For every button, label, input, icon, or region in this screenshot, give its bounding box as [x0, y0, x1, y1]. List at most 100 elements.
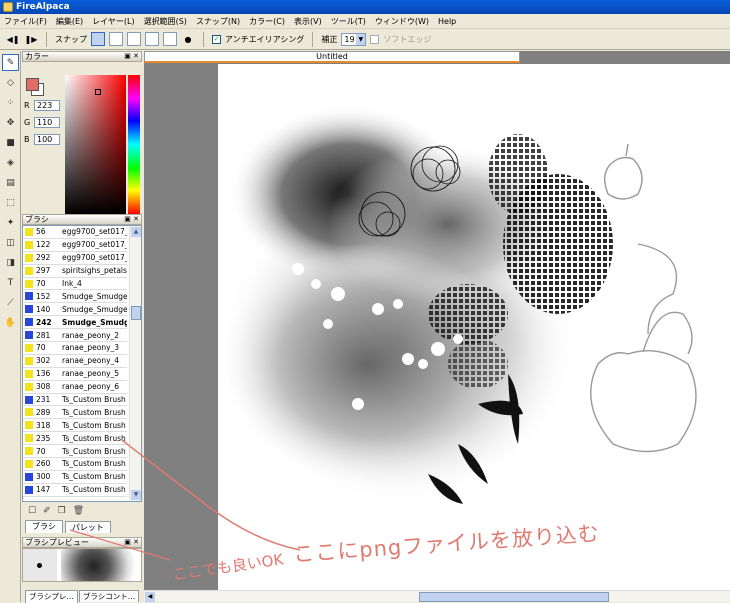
menu-color[interactable]: カラー(C) [249, 16, 285, 27]
bucket-icon[interactable]: ◈ [2, 154, 19, 171]
color-panel-title: カラー [25, 52, 49, 61]
scroll-left-icon[interactable]: ◀ [145, 592, 155, 602]
menu-edit[interactable]: 編集(E) [56, 16, 83, 27]
brush-color-swatch [25, 382, 33, 391]
eraser-icon[interactable]: ◇ [2, 74, 19, 91]
brush-name: Ink_4 [62, 279, 82, 288]
select-eraser-icon[interactable]: ◨ [2, 254, 19, 271]
close-icon[interactable]: ▣ ✕ [124, 538, 139, 547]
brush-list-item[interactable]: 300 Ts_Custom Brush Set [23, 471, 127, 484]
eyedropper-icon[interactable]: ⟋ [2, 294, 19, 311]
apple-sketch [590, 143, 697, 453]
next-icon[interactable]: ❚▶ [24, 32, 38, 46]
snap-grid-icon[interactable] [127, 32, 141, 46]
menu-tool[interactable]: ツール(T) [331, 16, 366, 27]
brush-list-item[interactable]: 147 Ts_Custom Brush Set [23, 484, 127, 497]
brush-list-item[interactable]: 140 Smudge_Smudge_2nd_ [23, 303, 127, 317]
g-input[interactable]: 110 [34, 117, 60, 128]
brush-stroke-preview [61, 549, 141, 581]
menu-snap[interactable]: スナップ(N) [196, 16, 240, 27]
menu-window[interactable]: ウィンドウ(W) [375, 16, 429, 27]
brush-list-item[interactable]: 302 ranae_peony_4 [23, 355, 127, 368]
hue-slider[interactable] [128, 75, 140, 214]
duplicate-brush-icon[interactable]: ❐ [58, 506, 66, 516]
scroll-thumb[interactable] [131, 306, 141, 320]
dots-icon[interactable]: ⁘ [2, 94, 19, 111]
canvas-artwork [218, 104, 697, 504]
brush-list-item[interactable]: 70 Ink_4 [23, 278, 127, 291]
brush-list-item[interactable]: 242 Smudge_Smudge_2 [23, 316, 127, 330]
brush-size: 289 [36, 407, 51, 417]
tab-brush-preview[interactable]: ブラシプレ… [25, 590, 78, 603]
b-input[interactable]: 100 [34, 134, 60, 145]
brush-name: Ts_Custom Brush Set [62, 485, 127, 495]
menu-view[interactable]: 表示(V) [294, 16, 322, 27]
soft-edge-checkbox[interactable] [370, 34, 380, 44]
scroll-up-icon[interactable]: ▲ [131, 227, 141, 237]
brush-list-item[interactable]: 122 egg9700_set017_by_eg [23, 239, 127, 252]
antialias-checkbox[interactable]: ✓ [212, 34, 221, 44]
document-tab[interactable]: Untitled [144, 51, 520, 63]
fill-icon[interactable]: ■ [2, 134, 19, 151]
close-icon[interactable]: ▣ ✕ [124, 52, 139, 61]
brush-size: 70 [36, 343, 46, 353]
canvas-horizontal-scrollbar[interactable]: ◀ [144, 590, 730, 602]
brush-list-item[interactable]: 70 Ts_Custom Brush Set [23, 445, 127, 459]
brush-size: 297 [36, 266, 51, 276]
brush-list-item[interactable]: 281 ranae_peony_2 [23, 329, 127, 343]
brush-name: Ts_Custom Brush Set [62, 446, 127, 456]
tab-palette[interactable]: パレット [64, 521, 111, 533]
prev-icon[interactable]: ◀❚ [6, 32, 20, 46]
snap-parallel-icon[interactable] [109, 32, 123, 46]
brush-size: 136 [36, 369, 51, 379]
brush-list-item[interactable]: 231 Ts_Custom Brush Set [23, 394, 127, 407]
brush-list-item[interactable]: 308 ranae_peony_6 [23, 381, 127, 394]
brush-color-swatch [25, 253, 33, 262]
brush-list-item[interactable]: 152 Smudge_Smudge_2nd_ [23, 290, 127, 304]
menu-layer[interactable]: レイヤー(L) [92, 16, 134, 27]
trash-icon[interactable]: 🗑 [73, 506, 84, 516]
brush-list-item[interactable]: 136 ranae_peony_5 [23, 368, 127, 381]
brush-list-item[interactable]: 318 Ts_Custom Brush Set [23, 419, 127, 433]
tab-brush-control[interactable]: ブラシコント… [78, 590, 140, 602]
brush-name: ranae_peony_6 [62, 382, 120, 392]
magic-wand-icon[interactable]: ✦ [2, 214, 19, 231]
drawing-canvas[interactable] [218, 64, 730, 590]
move-icon[interactable]: ✥ [2, 114, 19, 131]
saturation-value-picker[interactable] [65, 75, 126, 214]
select-icon[interactable]: ⬚ [2, 194, 19, 211]
brush-color-swatch [25, 292, 33, 301]
scroll-thumb[interactable] [419, 592, 609, 602]
menu-file[interactable]: ファイル(F) [4, 16, 47, 27]
snap-point-icon[interactable]: ● [181, 32, 195, 46]
scroll-down-icon[interactable]: ▼ [131, 490, 141, 500]
tab-brush[interactable]: ブラシ [25, 520, 63, 533]
menu-selection[interactable]: 選択範囲(S) [144, 16, 187, 27]
brush-list-scrollbar[interactable]: ▲ ▼ [129, 226, 141, 501]
brush-list-item[interactable]: 56 egg9700_set017_by_eg [23, 226, 127, 239]
snap-off-icon[interactable] [91, 32, 105, 46]
brush-list-item[interactable]: 70 ranae_peony_3 [23, 342, 127, 355]
r-input[interactable]: 223 [34, 100, 60, 111]
edit-brush-icon[interactable]: ✐ [43, 506, 51, 516]
brush-list-item[interactable]: 289 Ts_Custom Brush Set [23, 406, 127, 420]
snap-radial-icon[interactable] [163, 32, 177, 46]
brush-list-item[interactable]: 292 egg9700_set017_by_eg [23, 252, 127, 265]
new-brush-icon[interactable]: ☐ [28, 506, 36, 516]
brush-size: 242 [36, 317, 52, 327]
brush-list-item[interactable]: 235 Ts_Custom Brush Set [23, 432, 127, 446]
text-icon[interactable]: T [2, 274, 19, 291]
brush-list-item[interactable]: 260 Ts_Custom Brush Set [23, 458, 127, 471]
correction-select[interactable]: 19 ▼ [341, 32, 367, 46]
close-icon[interactable]: ▣ ✕ [124, 215, 139, 224]
color-picker-marker[interactable] [95, 89, 101, 95]
snap-concentric-icon[interactable] [145, 32, 159, 46]
pen-icon[interactable]: ✎ [2, 54, 19, 71]
gradient-icon[interactable]: ▤ [2, 174, 19, 191]
brush-name: Ts_Custom Brush Set [62, 459, 127, 469]
hand-icon[interactable]: ✋ [2, 314, 19, 331]
menu-help[interactable]: Help [438, 17, 456, 26]
foreground-color-swatch[interactable] [26, 78, 39, 91]
brush-list-item[interactable]: 297 spiritsighs_petals_21 [23, 265, 127, 278]
select-pen-icon[interactable]: ◫ [2, 234, 19, 251]
